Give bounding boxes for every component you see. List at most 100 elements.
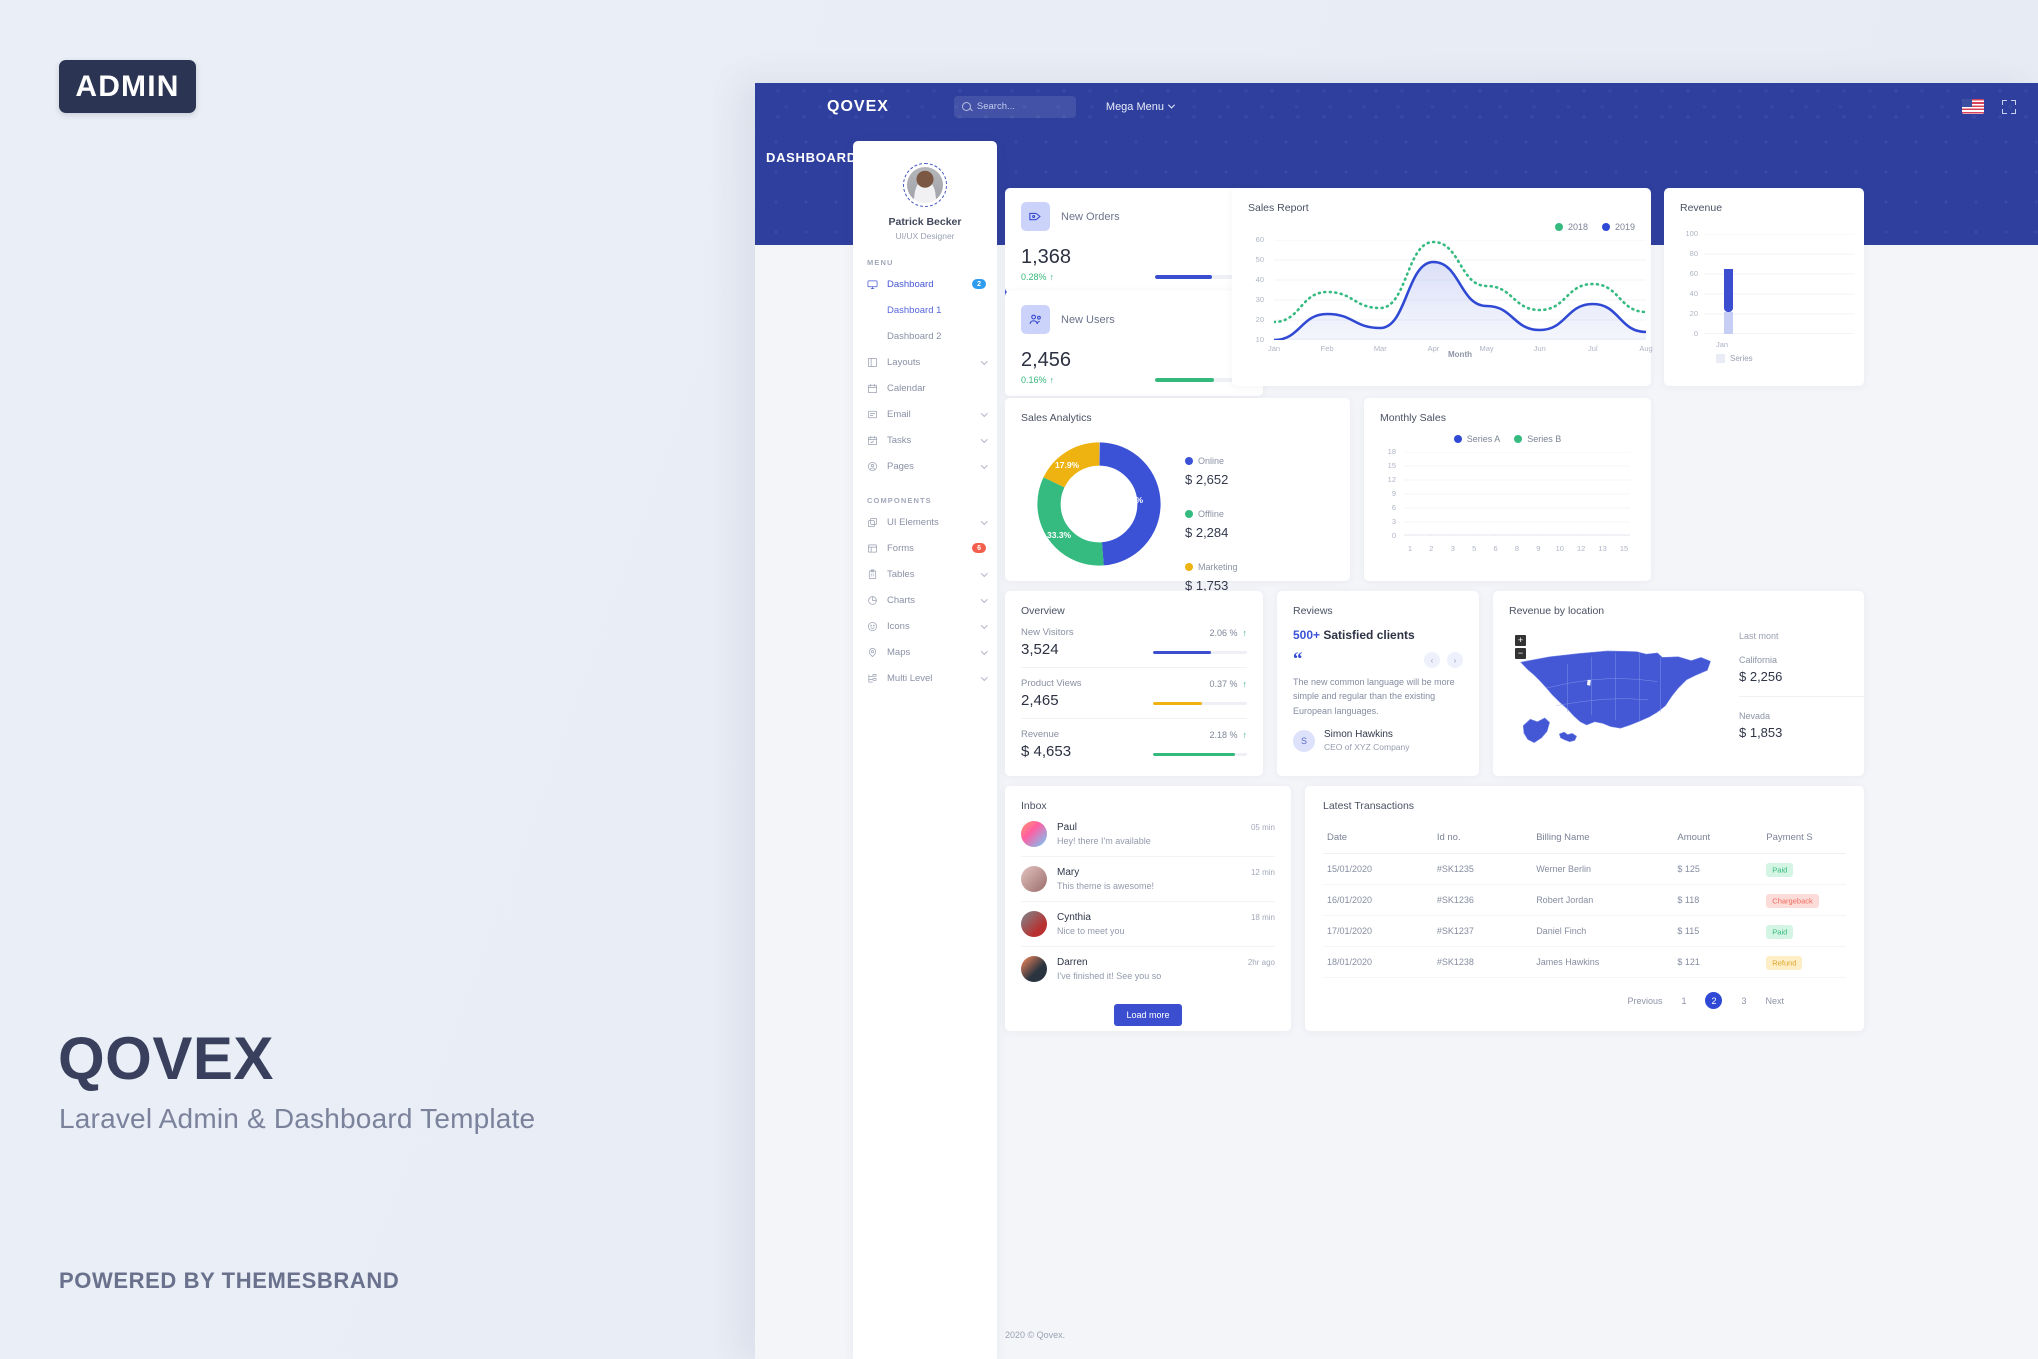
overview-row: Product Views 0.37 % ↑ 2,465 <box>1021 668 1247 719</box>
review-author-role: CEO of XYZ Company <box>1324 742 1410 753</box>
brand-title: QOVEX <box>58 1025 274 1092</box>
y-tick-label: 0 <box>1693 329 1698 338</box>
reviews-controls-row: “ ‹ › <box>1293 649 1463 670</box>
map-zoom-out-button[interactable]: − <box>1515 648 1526 659</box>
task-icon <box>867 435 878 446</box>
cell-id: #SK1236 <box>1432 884 1533 916</box>
sidebar-item-label: Charts <box>887 594 915 606</box>
overview-change: 2.18 % ↑ <box>1209 730 1247 740</box>
arrow-up-icon: ↑ <box>1242 729 1248 740</box>
revenue-chart <box>1704 234 1854 334</box>
stat-change-pct: 0.28% <box>1021 272 1047 282</box>
legend-label: Series B <box>1527 434 1562 444</box>
inbox-message-row[interactable]: Darren I've finished it! See you so 2hr ag… <box>1021 947 1275 991</box>
cell-billing-name: Werner Berlin <box>1532 853 1674 885</box>
page-title: DASHBOARD <box>766 150 857 165</box>
donut-label-online: 48.7% <box>1119 495 1144 505</box>
brand-subtitle: Laravel Admin & Dashboard Template <box>59 1103 536 1134</box>
sidebar-item-tables[interactable]: Tables <box>853 561 997 587</box>
us-flag-icon[interactable] <box>1962 99 1984 114</box>
y-tick-label: 20 <box>1689 309 1698 318</box>
sidebar-item-layouts[interactable]: Layouts <box>853 349 997 375</box>
pagination-page-3[interactable]: 3 <box>1735 992 1752 1009</box>
topbar-right-actions <box>1962 99 2038 114</box>
table-body: 15/01/2020 #SK1235 Werner Berlin $ 125 Paid 1… <box>1323 853 1846 978</box>
revloc-row: California $ 2,256 <box>1739 655 1864 684</box>
chevron-down-icon <box>980 647 987 655</box>
inbox-avatar <box>1021 956 1047 982</box>
pagination-page-1[interactable]: 1 <box>1675 992 1692 1009</box>
sidebar-item-maps[interactable]: Maps <box>853 639 997 665</box>
sidebar-item-label: Layouts <box>887 356 921 368</box>
inbox-time: 12 min <box>1250 868 1275 877</box>
stat-change: 0.28% ↑ <box>1021 272 1054 282</box>
load-more-button[interactable]: Load more <box>1114 1004 1182 1026</box>
inbox-preview: Nice to meet you <box>1057 926 1125 936</box>
inbox-message-row[interactable]: Cynthia Nice to meet you 18 min <box>1021 902 1275 947</box>
review-quote-text: The new common language will be more sim… <box>1293 677 1455 716</box>
sidebar-item-dashboard-2[interactable]: Dashboard 2 <box>853 323 997 349</box>
profile-role: UI/UX Designer <box>895 231 955 241</box>
cell-status: Chargeback <box>1762 884 1846 916</box>
pagination-next[interactable]: Next <box>1765 996 1784 1006</box>
mega-menu-label: Mega Menu <box>1105 100 1164 113</box>
admin-badge-label: ADMIN <box>75 69 180 103</box>
cell-date: 16/01/2020 <box>1323 884 1433 916</box>
stat-footer: 0.28% ↑ <box>1021 272 1247 282</box>
y-tick-label: 50 <box>1255 255 1264 264</box>
monitor-icon <box>867 279 878 290</box>
overview-change: 2.06 % ↑ <box>1209 628 1247 638</box>
pagination-previous[interactable]: Previous <box>1627 996 1662 1006</box>
sidebar-item-pages[interactable]: Pages <box>853 453 997 479</box>
sidebar-item-label: Dashboard 1 <box>887 304 942 316</box>
inbox-message-row[interactable]: Mary This theme is awesome! 12 min <box>1021 857 1275 902</box>
search-box[interactable] <box>953 95 1076 118</box>
mega-menu-dropdown[interactable]: Mega Menu <box>1105 100 1176 113</box>
avatar[interactable] <box>903 163 947 207</box>
menu-heading: MENU <box>867 258 894 267</box>
fullscreen-icon[interactable] <box>2002 99 2016 114</box>
profile-name: Patrick Becker <box>888 216 962 228</box>
tag-icon <box>1021 202 1050 231</box>
sidebar-item-icons[interactable]: Icons <box>853 613 997 639</box>
top-navbar: QOVEX Mega Menu <box>755 83 2038 130</box>
search-input[interactable] <box>976 101 1068 112</box>
users-icon <box>1021 305 1050 334</box>
sidebar-item-email[interactable]: Email <box>853 401 997 427</box>
sidebar-item-calendar[interactable]: Calendar <box>853 375 997 401</box>
overview-progress <box>1153 701 1247 705</box>
sidebar-item-forms[interactable]: Forms 6 <box>853 535 997 561</box>
x-tick-label: 15 <box>1619 544 1629 553</box>
app-logo[interactable]: QOVEX <box>805 98 889 116</box>
chevron-down-icon <box>980 621 987 629</box>
legend-label: 2019 <box>1614 222 1635 232</box>
table-column-header: Amount <box>1673 824 1763 854</box>
sidebar-item-multi-level[interactable]: Multi Level <box>853 665 997 691</box>
donut-svg <box>1037 442 1161 566</box>
sidebar-item-tasks[interactable]: Tasks <box>853 427 997 453</box>
card-title: Revenue by location <box>1509 605 1605 617</box>
overview-value: $ 4,653 <box>1021 743 1072 760</box>
sidebar-item-ui-elements[interactable]: UI Elements <box>853 509 997 535</box>
sidebar-item-label: Tables <box>887 568 915 580</box>
us-map[interactable] <box>1511 631 1717 761</box>
x-tick-label: 3 <box>1450 544 1455 553</box>
y-tick-label: 3 <box>1391 517 1396 526</box>
quote-icon: “ <box>1293 649 1303 670</box>
revloc-row: Nevada $ 1,853 <box>1739 711 1864 740</box>
transactions-table: Date Id no. Billing Name Amount Payment S 15… <box>1323 824 1846 978</box>
app-logo-label: QOVEX <box>827 97 889 115</box>
map-zoom-in-button[interactable]: + <box>1515 635 1526 646</box>
overview-card: Overview New Visitors 2.06 % ↑ 3,524 Product… <box>1005 591 1263 776</box>
reviews-prev-button[interactable]: ‹ <box>1424 652 1440 668</box>
reviews-next-button[interactable]: › <box>1447 652 1463 668</box>
sidebar-item-label: Forms <box>887 542 914 554</box>
legend-item: Series B <box>1514 434 1561 444</box>
sidebar-item-charts[interactable]: Charts <box>853 587 997 613</box>
inbox-message-row[interactable]: Paul Hey! there I'm available 05 min <box>1021 812 1275 857</box>
y-tick-label: 18 <box>1387 447 1396 456</box>
sidebar-item-dashboard[interactable]: Dashboard 2 <box>853 271 997 297</box>
revenue-plot: 100 80 60 40 20 0 Jan Series <box>1680 229 1854 372</box>
sidebar-item-dashboard-1[interactable]: Dashboard 1 <box>853 297 997 323</box>
pagination-page-2[interactable]: 2 <box>1705 992 1723 1009</box>
